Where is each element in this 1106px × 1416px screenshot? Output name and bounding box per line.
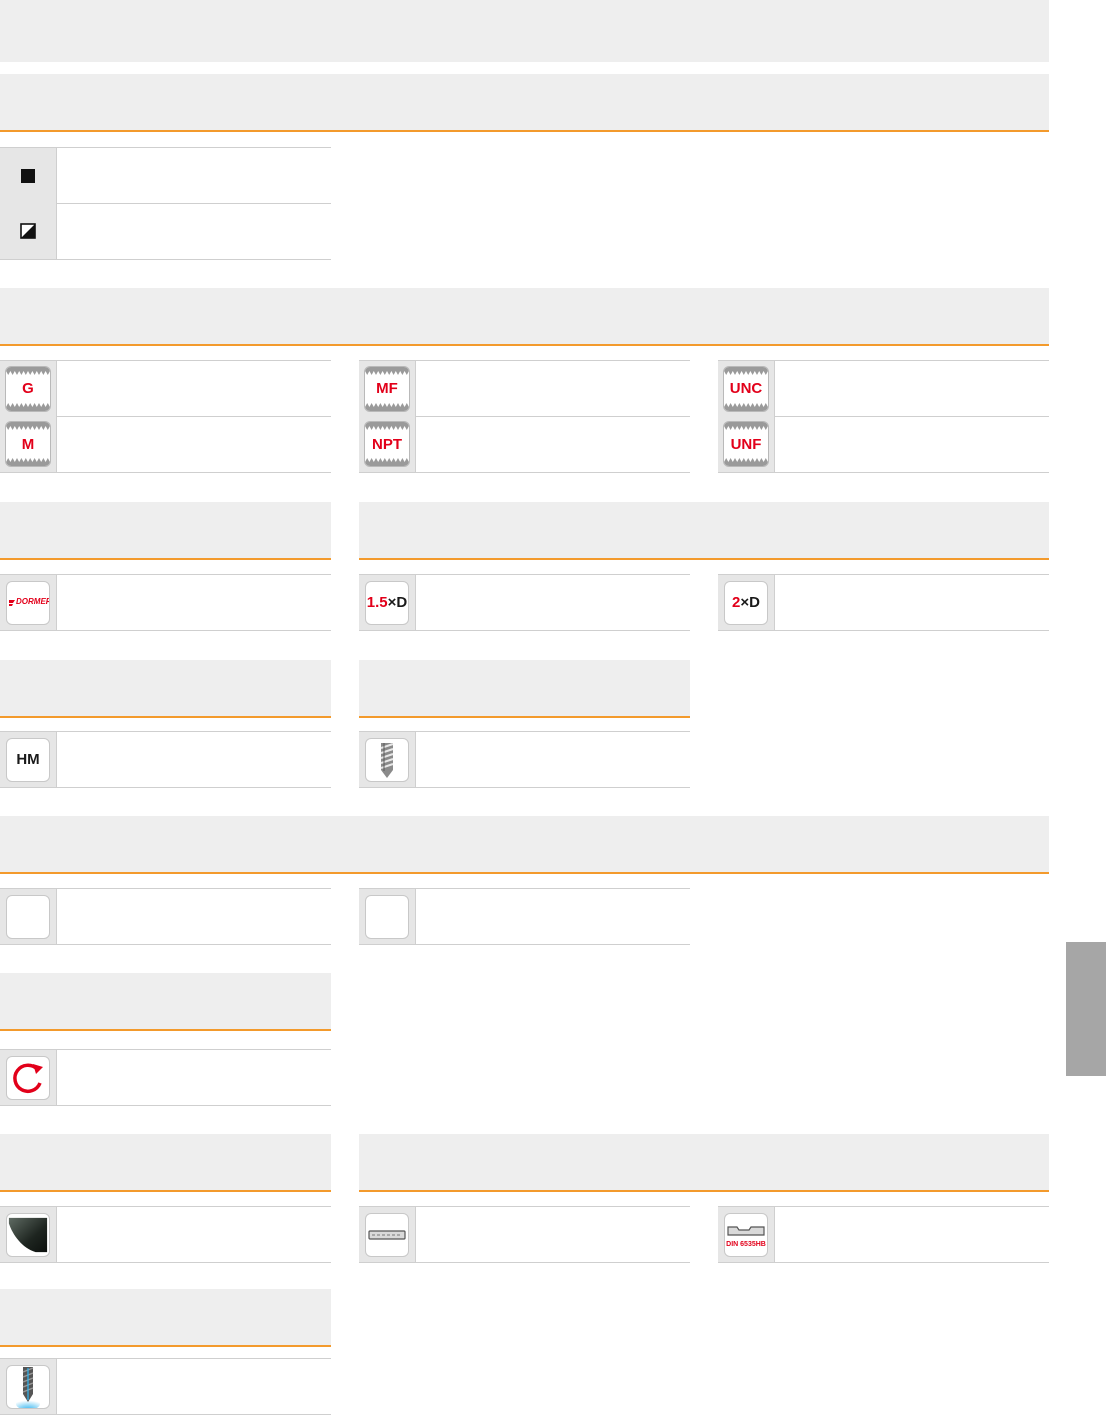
thread-mill-tool-icon <box>365 737 409 782</box>
thread-profile-icon: G <box>5 365 51 412</box>
thread-teeth-icon <box>724 402 768 411</box>
blank-icon <box>365 894 409 939</box>
thread-teeth-icon <box>365 402 409 411</box>
thread-type-row: M <box>0 416 331 473</box>
thread-type-label: G <box>22 380 34 397</box>
list-item <box>359 888 690 945</box>
carbide-hm-icon: HM <box>6 737 50 782</box>
list-item: DORMER <box>0 574 331 631</box>
thread-teeth-icon <box>724 458 768 466</box>
thread-type-row: NPT <box>359 416 690 473</box>
thread-teeth-icon <box>6 366 50 375</box>
list-item: 1.5×D <box>359 574 690 631</box>
thread-teeth-icon <box>6 402 50 411</box>
section-header-coolant <box>0 1289 331 1347</box>
section-header-1 <box>0 74 1049 132</box>
section-header-geometry <box>359 660 690 718</box>
side-tab <box>1066 942 1106 1076</box>
section-header-material <box>0 660 331 718</box>
list-item <box>0 1358 331 1415</box>
list-item <box>0 203 331 260</box>
thread-teeth-icon <box>6 458 50 466</box>
icon-cell <box>0 203 57 259</box>
internal-coolant-icon <box>6 1364 50 1409</box>
list-item: HM <box>0 731 331 788</box>
depth-2xd-icon: 2×D <box>724 580 768 625</box>
thread-profile-icon: NPT <box>364 421 410 467</box>
thread-type-row: G <box>0 360 331 417</box>
rotation-clockwise-icon <box>6 1055 50 1100</box>
list-item <box>0 888 331 945</box>
thread-type-row: MF <box>359 360 690 417</box>
thread-teeth-icon <box>365 422 409 430</box>
thread-type-label: UNC <box>729 380 763 397</box>
thread-type-label: NPT <box>372 435 402 453</box>
thread-profile-icon: MF <box>364 365 410 412</box>
thread-type-label: UNF <box>730 435 762 453</box>
thread-teeth-icon <box>724 366 768 375</box>
list-item: DIN 6535HB <box>718 1206 1049 1263</box>
blank-icon <box>6 894 50 939</box>
thread-teeth-icon <box>365 366 409 375</box>
cylindrical-shank-icon <box>365 1212 409 1257</box>
thread-teeth-icon <box>724 422 768 430</box>
section-header-brand <box>0 502 331 560</box>
thread-profile-icon: M <box>5 421 51 467</box>
half-filled-square-icon <box>20 223 36 239</box>
coating-icon <box>6 1212 50 1257</box>
section-header-5 <box>0 816 1049 874</box>
thread-type-label: M <box>21 435 35 453</box>
list-item <box>359 1206 690 1263</box>
weldon-shank-din-icon: DIN 6535HB <box>724 1212 768 1257</box>
list-item <box>0 1206 331 1263</box>
depth-1-5xd-icon: 1.5×D <box>365 580 409 625</box>
section-header-coating <box>0 1134 331 1192</box>
list-item: 2×D <box>718 574 1049 631</box>
list-item <box>0 1049 331 1106</box>
thread-type-row: UNF <box>718 416 1049 473</box>
thread-teeth-icon <box>365 458 409 466</box>
thread-type-row: UNC <box>718 360 1049 417</box>
din-label: DIN 6535HB <box>726 1240 766 1248</box>
thread-profile-icon: UNF <box>723 421 769 467</box>
list-item <box>359 731 690 788</box>
dormer-logo-icon: DORMER <box>6 580 50 625</box>
icon-cell <box>0 148 57 203</box>
list-item <box>0 147 331 204</box>
thread-teeth-icon <box>6 422 50 430</box>
section-header-threads <box>0 288 1049 346</box>
filled-square-icon <box>21 168 35 183</box>
section-header-rotation <box>0 973 331 1031</box>
thread-profile-icon: UNC <box>723 365 769 412</box>
section-header-depth <box>359 502 1049 560</box>
dormer-logo-text: DORMER <box>16 596 50 606</box>
section-header-shank <box>359 1134 1049 1192</box>
thread-type-label: MF <box>376 380 398 397</box>
top-band <box>0 0 1049 62</box>
